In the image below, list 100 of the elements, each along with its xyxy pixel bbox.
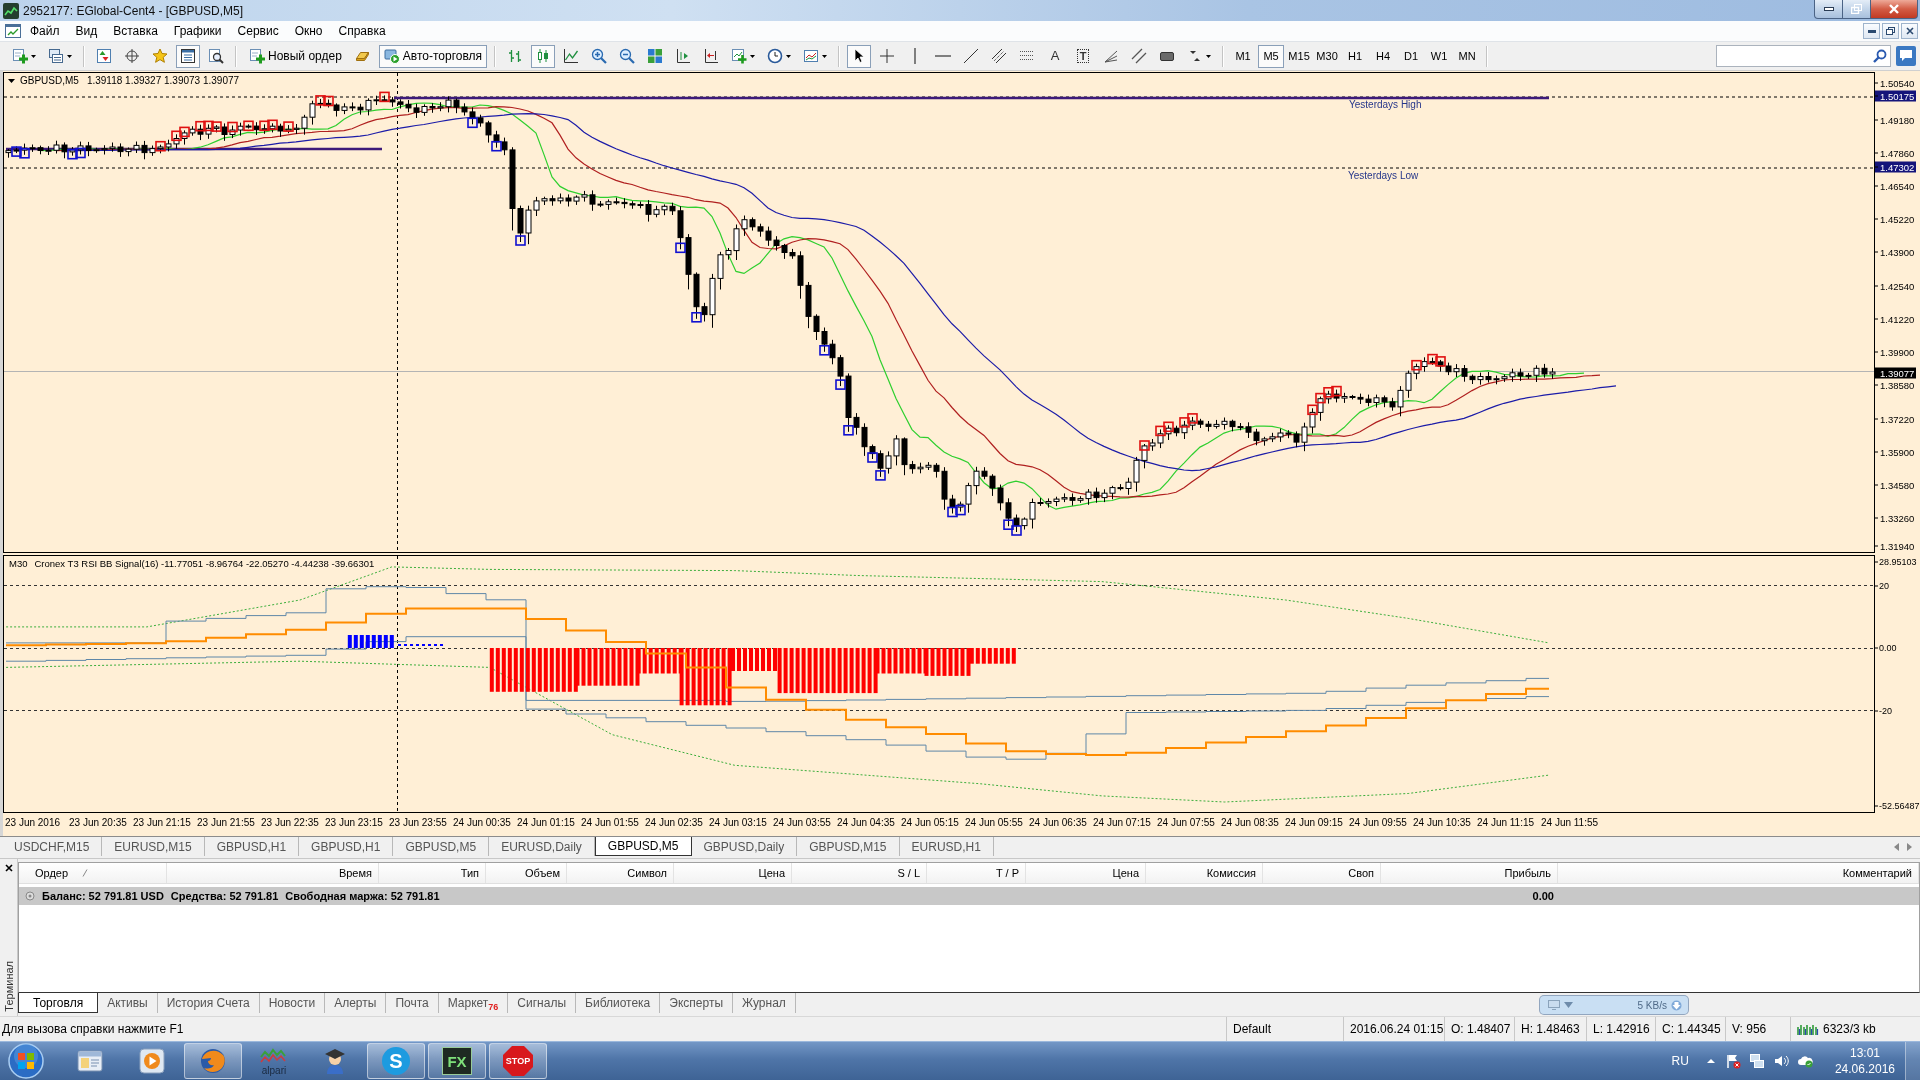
- close-button[interactable]: [1901, 23, 1918, 39]
- minimize-button[interactable]: [1863, 23, 1880, 39]
- chart-tab[interactable]: GBPUSD,H1: [204, 837, 300, 856]
- menu-item[interactable]: Файл: [22, 22, 68, 40]
- terminal-button[interactable]: [176, 44, 200, 68]
- column-header[interactable]: Ордер: [19, 863, 167, 883]
- column-header[interactable]: Цена: [1026, 863, 1146, 883]
- column-header[interactable]: S / L: [792, 863, 927, 883]
- scroll-right-icon[interactable]: [1907, 843, 1912, 851]
- terminal-tab[interactable]: Журнал: [733, 993, 796, 1013]
- column-header[interactable]: Время: [167, 863, 379, 883]
- column-header[interactable]: T / P: [927, 863, 1026, 883]
- clock-date[interactable]: 24.06.2016: [1834, 1061, 1895, 1077]
- terminal-tab[interactable]: Активы: [98, 993, 158, 1013]
- restore-icon: [1851, 4, 1862, 14]
- timeframe-button[interactable]: M30: [1314, 44, 1341, 68]
- column-header[interactable]: Комментарий: [1558, 863, 1919, 883]
- new-order-button[interactable]: Новый ордер: [244, 44, 347, 68]
- status-text: Для вызова справки нажмите F1: [1, 1022, 185, 1036]
- arrow-left-icon: [703, 48, 720, 64]
- taskbar-button[interactable]: STOP: [489, 1043, 547, 1079]
- timeframe-button[interactable]: D1: [1398, 44, 1425, 68]
- menu-item[interactable]: Вид: [67, 22, 106, 40]
- candlestick-button[interactable]: [531, 44, 556, 68]
- search-field[interactable]: [1716, 45, 1891, 67]
- time-label: 23 Jun 21:15: [133, 816, 192, 830]
- line-chart-icon: [563, 48, 580, 64]
- close-icon[interactable]: [4, 864, 13, 872]
- timeframe-button[interactable]: H1: [1342, 44, 1369, 68]
- cloud-icon[interactable]: [1796, 1053, 1813, 1069]
- close-button[interactable]: [1871, 0, 1918, 19]
- column-header[interactable]: Символ: [567, 863, 674, 883]
- text-tool-button[interactable]: A: [1043, 44, 1068, 68]
- auto-trading-button[interactable]: Авто-торговля: [378, 44, 488, 68]
- column-header[interactable]: Объем: [486, 863, 567, 883]
- start-button[interactable]: [6, 1042, 46, 1080]
- chart-window-icon[interactable]: [5, 23, 21, 39]
- column-header[interactable]: Тип: [379, 863, 486, 883]
- circle-icon: [25, 891, 35, 901]
- chart-tab[interactable]: GBPUSD,M5: [393, 837, 490, 856]
- restore-button[interactable]: [1843, 0, 1871, 19]
- menu-item[interactable]: Окно: [286, 22, 331, 40]
- time-label: 24 Jun 10:35: [1413, 816, 1472, 830]
- menu-item[interactable]: Справка: [330, 22, 394, 40]
- timeframe-button[interactable]: M1: [1230, 44, 1257, 68]
- download-arrow-icon: [1671, 999, 1682, 1011]
- chart-tab[interactable]: GBPUSD,M15: [797, 837, 900, 856]
- chart-tab[interactable]: EURUSD,Daily: [489, 837, 595, 856]
- terminal-tab[interactable]: Эксперты: [660, 993, 733, 1013]
- chart-tab[interactable]: EURUSD,M15: [102, 837, 205, 856]
- terminal-tab[interactable]: Почта: [386, 993, 439, 1013]
- column-header[interactable]: Цена: [674, 863, 792, 883]
- clock-icon: [767, 48, 784, 64]
- timeframe-button[interactable]: M15: [1286, 44, 1313, 68]
- language-indicator[interactable]: RU: [1671, 1054, 1689, 1068]
- cursor-button[interactable]: [847, 44, 872, 68]
- column-header[interactable]: Комиссия: [1146, 863, 1263, 883]
- document-plus-icon: [249, 48, 265, 64]
- column-header[interactable]: Прибыль: [1381, 863, 1558, 883]
- minimize-button[interactable]: [1814, 0, 1843, 19]
- chart-tab[interactable]: GBPUSD,M5: [594, 837, 692, 856]
- indicator-label: 0.00: [1875, 642, 1897, 654]
- time-label: 24 Jun 03:15: [709, 816, 768, 830]
- menu-item[interactable]: Вставка: [105, 22, 166, 40]
- column-header[interactable]: Своп: [1263, 863, 1381, 883]
- clock-time[interactable]: 13:01: [1849, 1045, 1880, 1061]
- time-label: 23 Jun 20:35: [69, 816, 128, 830]
- chat-icon[interactable]: [1896, 46, 1916, 66]
- menu-item[interactable]: Сервис: [229, 22, 287, 40]
- terminal-tab[interactable]: Сигналы: [508, 993, 577, 1013]
- scroll-left-icon[interactable]: [1894, 843, 1899, 851]
- time-label: 23 Jun 2016: [5, 816, 62, 830]
- chart-plus-icon: [731, 48, 748, 64]
- menu-item[interactable]: Графики: [165, 22, 230, 40]
- timeframe-button[interactable]: M5: [1258, 44, 1285, 68]
- timeframe-button[interactable]: MN: [1454, 44, 1481, 68]
- flag-icon[interactable]: [1724, 1053, 1741, 1069]
- timeframe-button[interactable]: W1: [1426, 44, 1453, 68]
- taskbar-button[interactable]: [184, 1043, 242, 1079]
- chart-tab[interactable]: USDCHF,M15: [2, 837, 103, 856]
- restore-button[interactable]: [1882, 23, 1899, 39]
- summary-text: Свободная маржа: 52 791.81: [285, 890, 440, 902]
- text-label-button[interactable]: T: [1071, 44, 1096, 68]
- price-label: 1.31940: [1875, 540, 1917, 552]
- terminal-tab[interactable]: Новости: [259, 993, 326, 1013]
- price-label: 1.41220: [1875, 313, 1917, 325]
- terminal-tab[interactable]: Библиотека: [576, 993, 661, 1013]
- timeframe-button[interactable]: H4: [1370, 44, 1397, 68]
- chart-tab[interactable]: GBPUSD,Daily: [691, 837, 798, 856]
- speaker-icon[interactable]: [1772, 1053, 1789, 1069]
- price-label: 1.50540: [1875, 77, 1917, 89]
- terminal-tab[interactable]: Алерты: [325, 993, 387, 1013]
- chart-tab[interactable]: GBPUSD,H1: [299, 837, 394, 856]
- app-logo: STOP: [503, 1046, 533, 1076]
- terminal-tab[interactable]: Торговля: [18, 993, 99, 1013]
- network-icon[interactable]: [1748, 1053, 1765, 1069]
- taskbar-button[interactable]: FX: [428, 1043, 486, 1079]
- chart-tab[interactable]: EURUSD,H1: [899, 837, 994, 856]
- terminal-tab[interactable]: История Счета: [157, 993, 260, 1013]
- sort-icon: [82, 869, 89, 877]
